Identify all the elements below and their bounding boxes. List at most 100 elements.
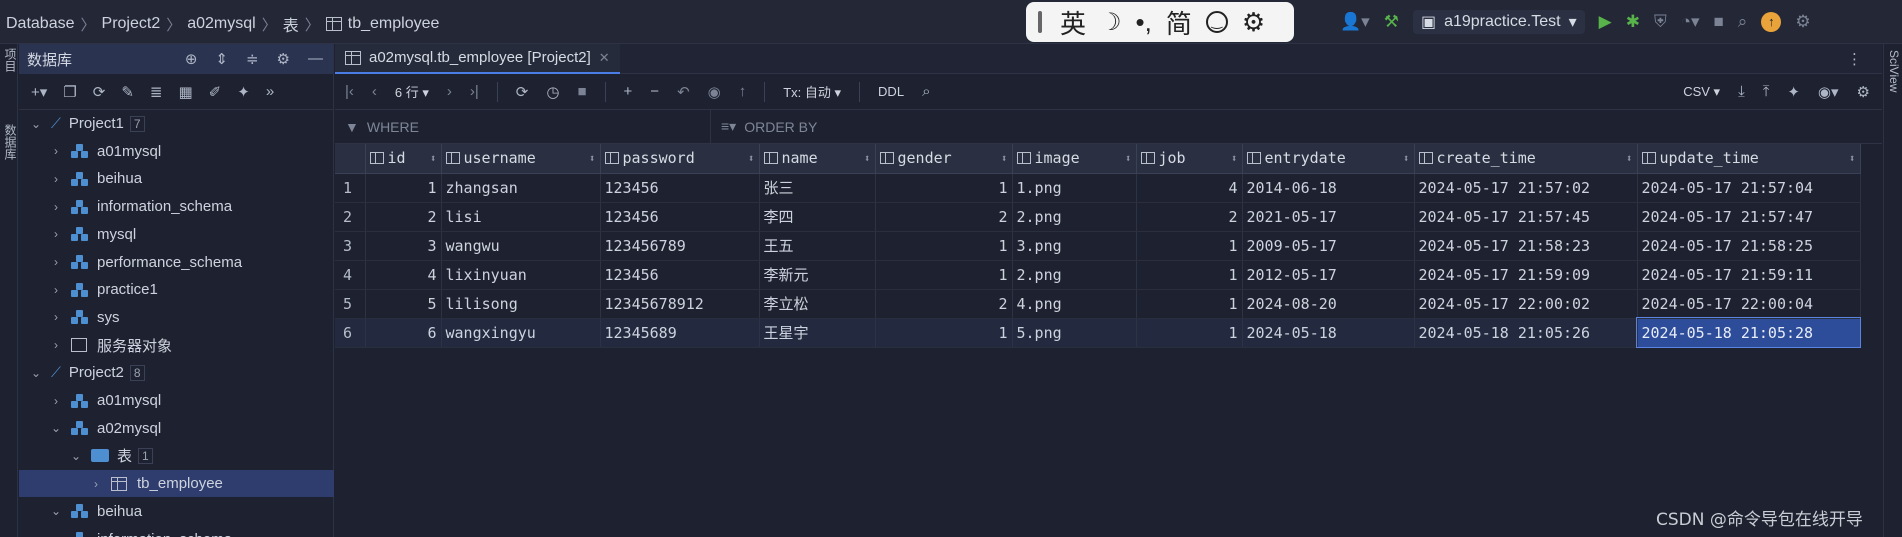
chevron-right-icon[interactable]: › xyxy=(49,144,63,158)
run-config-selector[interactable]: ▣ a19practice.Test ▾ xyxy=(1412,10,1585,34)
jump-icon[interactable]: ✦ xyxy=(237,83,250,101)
drag-handle-icon[interactable] xyxy=(1038,11,1042,33)
table-cell[interactable]: 2009-05-17 xyxy=(1242,231,1415,261)
table-cell[interactable]: 2024-05-17 21:57:04 xyxy=(1637,173,1861,203)
row-number[interactable]: 2 xyxy=(335,202,366,232)
add-icon[interactable]: +▾ xyxy=(31,83,47,101)
emoji-icon[interactable]: ‿ xyxy=(1205,11,1228,33)
table-cell[interactable]: 王五 xyxy=(759,231,876,261)
sort-icon[interactable]: ⬍ xyxy=(1001,152,1008,165)
table-cell[interactable]: lisi xyxy=(441,202,601,232)
target-icon[interactable]: ⊕ xyxy=(185,50,198,68)
tree-item[interactable]: ⌄ ⟋ Project2 8 xyxy=(19,359,334,386)
column-header-username[interactable]: username ⬍ xyxy=(441,144,601,174)
table-cell[interactable]: 2024-05-17 21:59:09 xyxy=(1414,260,1638,290)
table-cell[interactable]: 2014-06-18 xyxy=(1242,173,1415,203)
tab-tb-employee[interactable]: a02mysql.tb_employee [Project2] ✕ xyxy=(335,43,620,74)
tree-item[interactable]: › beihua xyxy=(19,165,334,192)
column-header-create_time[interactable]: create_time ⬍ xyxy=(1414,144,1638,174)
chevron-right-icon[interactable]: › xyxy=(49,283,63,297)
ime-language-button[interactable]: 英 xyxy=(1060,4,1086,41)
delete-row-icon[interactable]: − xyxy=(650,83,659,100)
column-header-update_time[interactable]: update_time ⬍ xyxy=(1637,144,1861,174)
table-cell[interactable]: 李立松 xyxy=(759,289,876,319)
moon-icon[interactable]: ☽ xyxy=(1100,8,1122,37)
table-cell[interactable]: 123456 xyxy=(600,202,760,232)
column-header-image[interactable]: image ⬍ xyxy=(1012,144,1137,174)
last-page-icon[interactable]: ›| xyxy=(470,83,479,100)
gear-icon[interactable]: ⚙ xyxy=(277,50,290,68)
table-cell[interactable]: 张三 xyxy=(759,173,876,203)
table-cell[interactable]: 2021-05-17 xyxy=(1242,202,1415,232)
table-cell[interactable]: 2024-05-17 21:57:45 xyxy=(1414,202,1638,232)
table-cell[interactable]: 4.png xyxy=(1012,289,1137,319)
gear-icon[interactable]: ⚙ xyxy=(1242,7,1265,38)
coverage-icon[interactable]: ⛨ xyxy=(1654,12,1667,32)
tree-item[interactable]: ⌄ beihua xyxy=(19,498,334,525)
tree-item[interactable]: › sys xyxy=(19,304,334,331)
table-cell[interactable]: 2.png xyxy=(1012,260,1137,290)
row-number[interactable]: 5 xyxy=(335,289,366,319)
table-cell[interactable]: 12345678912 xyxy=(600,289,760,319)
table-cell[interactable]: 1 xyxy=(1136,260,1243,290)
table-row[interactable]: 1 1 zhangsan 123456 张三 1 1.png 4 2014-06-18 2024-… xyxy=(335,173,1861,203)
table-cell[interactable]: 2 xyxy=(875,289,1013,319)
column-header-name[interactable]: name ⬍ xyxy=(759,144,876,174)
eye-icon[interactable]: ◉▾ xyxy=(1818,83,1839,101)
history-icon[interactable]: ◷ xyxy=(546,83,559,101)
close-icon[interactable]: ✕ xyxy=(599,50,610,66)
table-cell[interactable]: 2024-05-18 21:05:28 xyxy=(1636,317,1861,348)
chevron-down-icon[interactable]: ⌄ xyxy=(29,366,43,380)
table-cell[interactable]: 123456789 xyxy=(600,231,760,261)
table-cell[interactable]: 2024-05-17 21:57:02 xyxy=(1414,173,1638,203)
table-row[interactable]: 6 6 wangxingyu 12345689 王星宇 1 5.png 1 2024-05-18… xyxy=(335,317,1861,348)
table-cell[interactable]: 5.png xyxy=(1012,318,1137,348)
more-vertical-icon[interactable]: ⋮ xyxy=(1847,50,1862,68)
table-cell[interactable]: 2 xyxy=(1136,202,1243,232)
tree-item[interactable]: › 服务器对象 xyxy=(19,332,334,359)
table-cell[interactable]: 1 xyxy=(365,173,442,203)
tx-mode-dropdown[interactable]: Tx: 自动 ▾ xyxy=(783,82,841,101)
table-cell[interactable]: 1 xyxy=(1136,231,1243,261)
more-icon[interactable]: » xyxy=(266,83,274,100)
table-cell[interactable]: 1 xyxy=(875,260,1013,290)
table-view-icon[interactable]: ▦ xyxy=(178,83,192,101)
table-cell[interactable]: 李新元 xyxy=(759,260,876,290)
where-filter-input[interactable]: ▼ WHERE xyxy=(335,110,711,143)
table-cell[interactable]: 1 xyxy=(875,173,1013,203)
table-row[interactable]: 4 4 lixinyuan 123456 李新元 1 2.png 1 2012-05-17 202… xyxy=(335,260,1861,290)
stop-icon[interactable]: ■ xyxy=(577,83,586,100)
database-icon[interactable]: ≣ xyxy=(150,83,163,101)
table-cell[interactable]: 4 xyxy=(1136,173,1243,203)
user-icon[interactable]: 👤▾ xyxy=(1340,12,1370,32)
sort-icon[interactable]: ⬍ xyxy=(1403,152,1410,165)
table-cell[interactable]: 2024-05-17 22:00:02 xyxy=(1414,289,1638,319)
tree-item[interactable]: › a01mysql xyxy=(19,138,334,165)
add-row-icon[interactable]: + xyxy=(624,83,633,100)
table-cell[interactable]: 1 xyxy=(875,318,1013,348)
breadcrumb-item[interactable]: a02mysql xyxy=(187,15,255,33)
table-cell[interactable]: 2024-05-17 21:58:25 xyxy=(1637,231,1861,261)
settings-icon[interactable]: ⚙ xyxy=(1795,12,1810,32)
tree-item[interactable]: › practice1 xyxy=(19,276,334,303)
breadcrumb-item[interactable]: Database xyxy=(6,15,75,33)
chevron-down-icon[interactable]: ⌄ xyxy=(49,504,63,518)
pin-icon[interactable]: ✦ xyxy=(1787,83,1800,101)
profile-icon[interactable]: ◔▾ xyxy=(1681,12,1700,32)
breadcrumb-item[interactable]: Project2 xyxy=(102,15,161,33)
ime-script-button[interactable]: 简 xyxy=(1166,4,1192,41)
row-number[interactable]: 3 xyxy=(335,231,366,261)
table-cell[interactable]: 3 xyxy=(365,231,442,261)
search-icon[interactable]: ⌕ xyxy=(922,83,930,100)
sort-icon[interactable]: ⬍ xyxy=(864,152,871,165)
chevron-right-icon[interactable]: › xyxy=(49,310,63,324)
copy-icon[interactable]: ❐ xyxy=(63,83,76,101)
table-cell[interactable]: 2024-05-17 21:58:23 xyxy=(1414,231,1638,261)
expand-all-icon[interactable]: ⇕ xyxy=(215,50,228,68)
table-cell[interactable]: 李四 xyxy=(759,202,876,232)
sort-icon[interactable]: ⬍ xyxy=(1125,152,1132,165)
table-cell[interactable]: 2 xyxy=(875,202,1013,232)
column-header-job[interactable]: job ⬍ xyxy=(1136,144,1243,174)
preview-icon[interactable]: ◉ xyxy=(708,83,721,101)
search-icon[interactable]: ⌕ xyxy=(1738,12,1748,32)
